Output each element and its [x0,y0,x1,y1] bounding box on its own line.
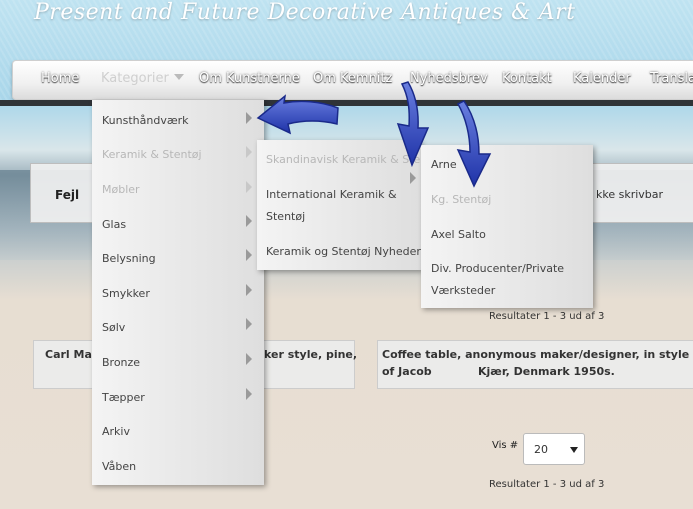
arrow-down-icon [456,100,492,188]
arrow-down-icon [396,81,430,168]
annotation-arrows [256,81,492,188]
arrow-left-icon [256,94,339,135]
